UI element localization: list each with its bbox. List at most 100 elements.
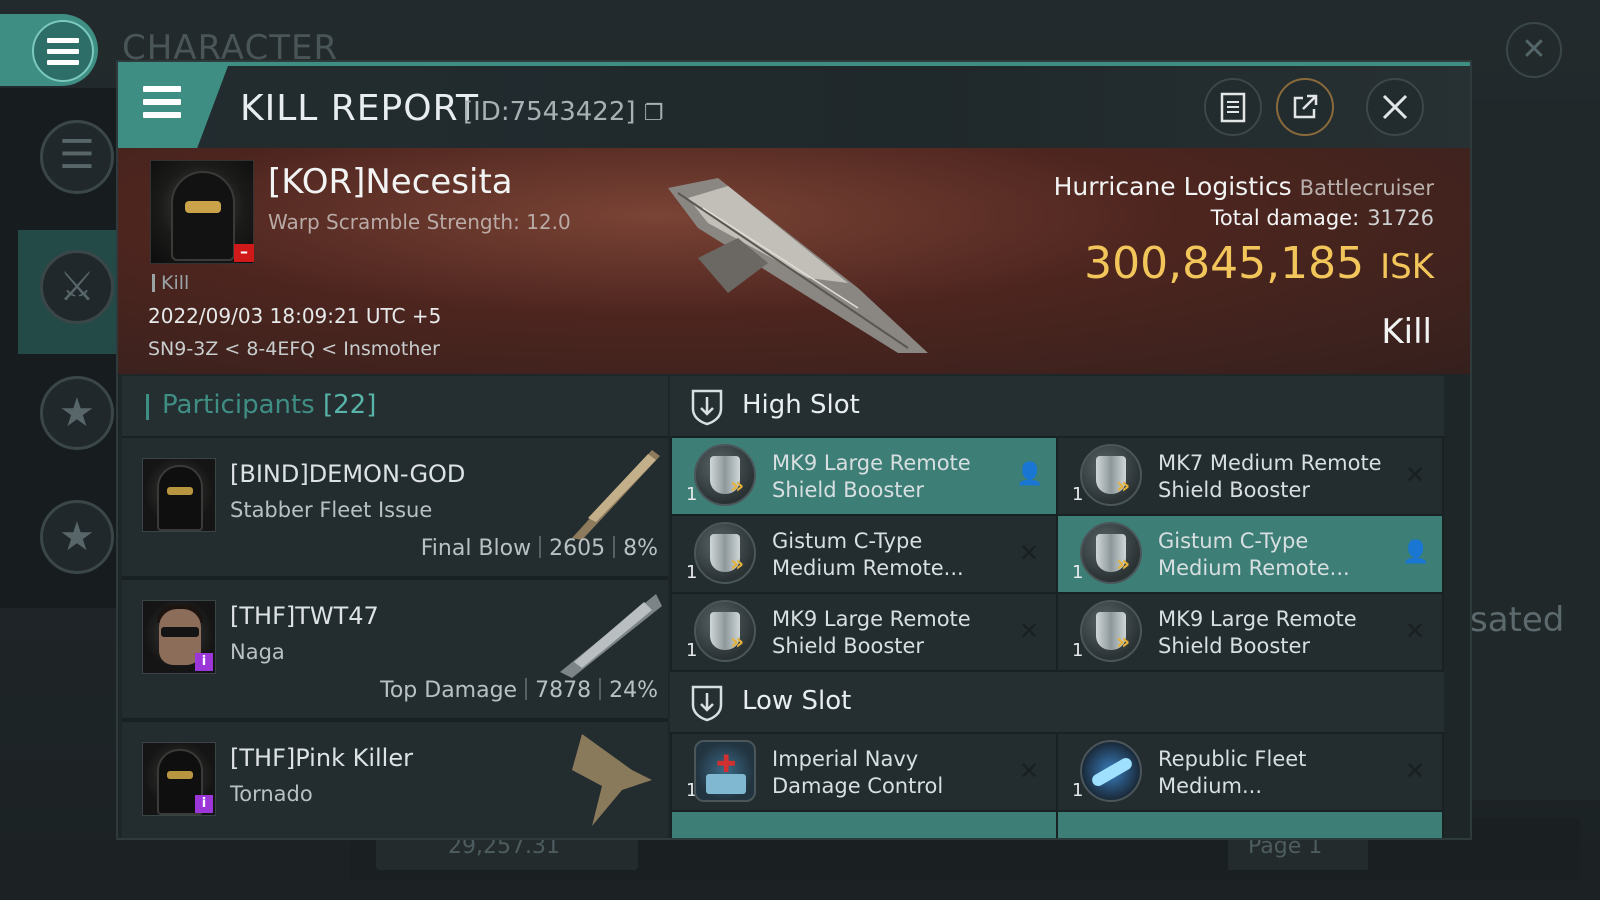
participants-panel: Participants [22] [BIND]DEMON-GOD Stabbe… bbox=[122, 376, 668, 838]
rail-menu-button[interactable]: ☰ bbox=[40, 120, 114, 194]
star-icon: ★ bbox=[59, 390, 95, 436]
participant-damage: 2605 bbox=[549, 536, 606, 561]
high-slot-icon bbox=[691, 389, 723, 426]
info-badge-icon: i bbox=[195, 795, 213, 813]
shield-booster-icon: » bbox=[1080, 444, 1142, 506]
destroyed-x-icon: ✕ bbox=[1404, 617, 1426, 645]
participant-ship-image bbox=[560, 594, 662, 678]
module-name: Gistum C-Type Medium Remote... bbox=[1158, 529, 1350, 580]
kill-tag: Kill bbox=[152, 274, 189, 293]
participants-title: Participants [22] bbox=[162, 390, 376, 420]
kill-report-id[interactable]: [ID:7543422] ❐ bbox=[463, 97, 664, 127]
participant-row[interactable]: i [THF]TWT47 Naga Top Damage 7878 24% bbox=[122, 580, 668, 720]
participant-role: Top Damage bbox=[380, 678, 518, 703]
rail-rank-button[interactable]: ★ bbox=[40, 500, 114, 574]
fitting-panel: High Slot 1 » MK9 Large Remote Shield Bo… bbox=[670, 376, 1444, 838]
result-label: Kill bbox=[1381, 312, 1432, 352]
close-icon bbox=[1382, 94, 1408, 120]
module-name: Gistum C-Type Medium Remote... bbox=[772, 529, 964, 580]
victim-corp-badge: – bbox=[234, 244, 254, 262]
participant-stats: Final Blow 2605 8% bbox=[421, 536, 658, 561]
total-damage-value: 31726 bbox=[1367, 206, 1434, 230]
fitted-module-partial[interactable] bbox=[1058, 812, 1442, 838]
participant-ship-image bbox=[572, 450, 660, 540]
clipboard-icon bbox=[1220, 92, 1246, 123]
fitted-module[interactable]: 1 » Gistum C-Type Medium Remote... 👤 bbox=[1058, 516, 1442, 592]
participant-portrait[interactable]: i bbox=[142, 742, 216, 816]
module-name: Republic Fleet Medium... bbox=[1158, 747, 1307, 798]
participant-row[interactable]: i [THF]Pink Killer Tornado bbox=[122, 722, 668, 838]
total-damage-label: Total damage: bbox=[1210, 206, 1360, 230]
destroyed-x-icon: ✕ bbox=[1018, 539, 1040, 567]
module-name: Imperial Navy Damage Control bbox=[772, 747, 944, 798]
kill-report-title: KILL REPORT bbox=[240, 88, 479, 129]
module-name: MK9 Large Remote Shield Booster bbox=[1158, 607, 1357, 658]
fitted-module[interactable]: 1 » Gistum C-Type Medium Remote... ✕ bbox=[672, 516, 1056, 592]
main-menu-circle bbox=[32, 20, 94, 82]
participants-label: Participants bbox=[162, 390, 315, 420]
victim-ship-image[interactable] bbox=[658, 168, 938, 358]
share-external-icon bbox=[1293, 94, 1318, 119]
fitted-module[interactable]: 1 » MK9 Large Remote Shield Booster 👤 bbox=[672, 438, 1056, 514]
participant-ship: Stabber Fleet Issue bbox=[230, 498, 433, 522]
kill-location[interactable]: SN9-3Z < 8-4EFQ < Insmother bbox=[148, 338, 440, 360]
fitted-module[interactable]: 1 » MK7 Medium Remote Shield Booster ✕ bbox=[1058, 438, 1442, 514]
victim-name[interactable]: [KOR]Necesita bbox=[268, 162, 513, 202]
crossed-swords-icon: ⚔ bbox=[59, 264, 95, 310]
participant-portrait[interactable]: i bbox=[142, 600, 216, 674]
fitted-module[interactable]: 1 Republic Fleet Medium... ✕ bbox=[1058, 734, 1442, 810]
main-menu-button[interactable] bbox=[0, 14, 98, 86]
participants-header: Participants [22] bbox=[122, 376, 668, 436]
background-side-text: sated bbox=[1470, 600, 1565, 640]
dropped-person-icon: 👤 bbox=[1016, 462, 1044, 487]
share-button[interactable] bbox=[1276, 78, 1334, 136]
module-name: MK7 Medium Remote Shield Booster bbox=[1158, 451, 1382, 502]
shield-extender-icon bbox=[1080, 740, 1142, 802]
participant-stats: Top Damage 7878 24% bbox=[380, 678, 658, 703]
isk-value: 300,845,185 ISK bbox=[1084, 238, 1434, 289]
high-slot-label: High Slot bbox=[742, 390, 860, 420]
participant-ship: Naga bbox=[230, 640, 285, 664]
kill-report-id-text: [ID:7543422] bbox=[463, 97, 636, 127]
participant-row[interactable]: [BIND]DEMON-GOD Stabber Fleet Issue Fina… bbox=[122, 438, 668, 578]
copy-icon[interactable]: ❐ bbox=[644, 101, 664, 126]
destroyed-x-icon: ✕ bbox=[1404, 461, 1426, 489]
victim-banner: – [KOR]Necesita Warp Scramble Strength: … bbox=[118, 148, 1470, 374]
info-badge-icon: i bbox=[195, 653, 213, 671]
module-name: MK9 Large Remote Shield Booster bbox=[772, 451, 971, 502]
shield-booster-icon: » bbox=[694, 444, 756, 506]
kill-report-header: KILL REPORT [ID:7543422] ❐ bbox=[118, 66, 1470, 148]
low-slot-label: Low Slot bbox=[742, 686, 852, 716]
rail-star-button[interactable]: ★ bbox=[40, 376, 114, 450]
victim-ship[interactable]: Hurricane Logistics Battlecruiser bbox=[1054, 172, 1434, 201]
participant-name: [THF]Pink Killer bbox=[230, 744, 413, 772]
destroyed-x-icon: ✕ bbox=[1018, 617, 1040, 645]
shield-booster-icon: » bbox=[1080, 600, 1142, 662]
participant-name: [BIND]DEMON-GOD bbox=[230, 460, 466, 488]
participants-count: [22] bbox=[323, 390, 377, 420]
fitted-module-partial[interactable] bbox=[672, 812, 1056, 838]
damage-control-icon: ✚ bbox=[694, 740, 756, 802]
shield-booster-icon: » bbox=[1080, 522, 1142, 584]
clipboard-button[interactable] bbox=[1204, 78, 1262, 136]
participant-role: Final Blow bbox=[420, 536, 532, 561]
participant-portrait[interactable] bbox=[142, 458, 216, 532]
isk-amount: 300,845,185 bbox=[1084, 238, 1365, 289]
hamburger-icon bbox=[47, 37, 79, 65]
hamburger-icon bbox=[143, 86, 181, 118]
rail-combat-button[interactable]: ⚔ bbox=[40, 250, 114, 324]
low-slot-header: Low Slot bbox=[670, 672, 1444, 732]
character-close-button[interactable]: ✕ bbox=[1506, 22, 1562, 78]
kill-datetime: 2022/09/03 18:09:21 UTC +5 bbox=[148, 304, 442, 328]
participant-percent: 8% bbox=[623, 536, 658, 561]
kill-report-menu-button[interactable] bbox=[118, 66, 228, 148]
warp-scramble-strength: Warp Scramble Strength: 12.0 bbox=[268, 210, 571, 234]
participant-name: [THF]TWT47 bbox=[230, 602, 379, 630]
menu-icon: ☰ bbox=[59, 132, 95, 178]
close-button[interactable] bbox=[1366, 78, 1424, 136]
total-damage: Total damage: 31726 bbox=[1211, 206, 1434, 230]
fitted-module[interactable]: 1 » MK9 Large Remote Shield Booster ✕ bbox=[1058, 594, 1442, 670]
shield-booster-icon: » bbox=[694, 522, 756, 584]
fitted-module[interactable]: 1 » MK9 Large Remote Shield Booster ✕ bbox=[672, 594, 1056, 670]
fitted-module[interactable]: 1 ✚ Imperial Navy Damage Control ✕ bbox=[672, 734, 1056, 810]
